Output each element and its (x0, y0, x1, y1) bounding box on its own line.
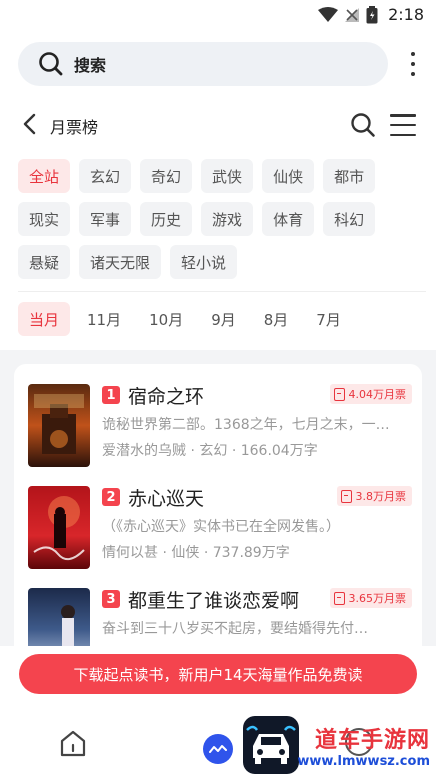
bottom-nav: 道车手游网 www.lmwwsz.com (0, 708, 436, 776)
ticket-count: 4.04万月票 (348, 388, 407, 401)
book-author: 情何以甚 (102, 545, 158, 561)
ticket-count: 3.8万月票 (355, 490, 407, 503)
category-chip-tiyu[interactable]: 体育 (262, 202, 315, 236)
divider (18, 291, 426, 292)
monthly-ticket-badge: 3.8万月票 (336, 486, 412, 506)
ranking-list: 1 宿命之环 4.04万月票 诡秘世界第二部。1368之年，七月之末，一… 爱潜… (14, 364, 422, 646)
rank-number: 2 (102, 488, 120, 506)
back-arrow-icon[interactable] (18, 112, 42, 136)
meta-separator: · (162, 545, 167, 561)
status-time: 2:18 (388, 5, 424, 24)
category-row: 全站 玄幻 奇幻 武侠 仙侠 都市 (18, 159, 428, 193)
ticket-icon (340, 489, 352, 503)
book-meta: 情何以甚 · 仙侠 · 737.89万字 (102, 542, 290, 562)
monthly-ticket-badge: 3.65万月票 (329, 588, 412, 608)
month-tab-9[interactable]: 9月 (200, 302, 247, 336)
month-tabs: 当月 11月 10月 9月 8月 7月 (18, 302, 352, 336)
book-author: 爱潜水的乌贼 (102, 443, 186, 459)
book-description: 奋斗到三十八岁买不起房，要结婚得先付… (102, 621, 368, 637)
book-item[interactable]: 1 宿命之环 4.04万月票 诡秘世界第二部。1368之年，七月之末，一… 爱潜… (28, 384, 412, 474)
book-item[interactable]: 2 赤心巡天 3.8万月票 （《赤心巡天》实体书已在全网发售。） 情何以甚 · … (28, 486, 412, 576)
status-bar: 2:18 (0, 0, 436, 30)
category-chip-xianxia[interactable]: 仙侠 (262, 159, 315, 193)
category-chip-xuanhuan[interactable]: 玄幻 (79, 159, 132, 193)
book-item[interactable]: 3 都重生了谁谈恋爱啊 3.65万月票 奋斗到三十八岁买不起房，要结婚得先付… (28, 588, 412, 646)
meta-separator: · (203, 545, 209, 561)
ticket-icon (333, 387, 345, 401)
watermark-url: www.lmwwsz.com (297, 754, 430, 769)
menu-icon[interactable] (390, 114, 416, 136)
watermark: 道车手游网 www.lmwwsz.com (297, 722, 430, 769)
category-chip-youxi[interactable]: 游戏 (201, 202, 254, 236)
rank-number: 3 (102, 590, 120, 608)
rank-number: 1 (102, 386, 120, 404)
category-chip-xianshi[interactable]: 现实 (18, 202, 71, 236)
book-title: 宿命之环 (128, 386, 205, 408)
book-title: 都重生了谁谈恋爱啊 (128, 590, 300, 612)
page-title: 月票榜 (50, 118, 99, 137)
battery-icon (366, 5, 378, 23)
book-description: （《赤心巡天》实体书已在全网发售。） (102, 519, 340, 535)
book-cover[interactable] (28, 588, 90, 646)
home-icon[interactable] (58, 728, 88, 758)
more-options-icon[interactable] (410, 52, 416, 76)
watermark-title: 道车手游网 (314, 728, 430, 753)
monthly-ticket-badge: 4.04万月票 (329, 384, 412, 404)
assistant-bubble-icon[interactable] (203, 734, 233, 764)
search-box[interactable]: 搜索 (18, 42, 388, 86)
book-genre: 仙侠 (171, 545, 200, 561)
book-word-count: 166.04万字 (240, 443, 318, 459)
wifi-icon (318, 6, 339, 22)
category-row: 现实 军事 历史 游戏 体育 科幻 (18, 202, 428, 236)
search-icon (39, 52, 63, 76)
category-row: 悬疑 诸天无限 轻小说 (18, 245, 428, 279)
search-label: 搜索 (74, 56, 107, 75)
book-title: 赤心巡天 (128, 488, 205, 510)
category-chip-qihuan[interactable]: 奇幻 (140, 159, 193, 193)
download-promo-button[interactable]: 下载起点读书，新用户14天海量作品免费读 (19, 654, 417, 694)
status-icons: 2:18 (318, 5, 424, 24)
meta-separator: · (231, 443, 237, 459)
wave-icon (209, 745, 227, 753)
month-tab-7[interactable]: 7月 (305, 302, 352, 336)
category-chip-qingxiaoshuo[interactable]: 轻小说 (170, 245, 238, 279)
category-chip-lishi[interactable]: 历史 (140, 202, 193, 236)
book-cover[interactable] (28, 486, 90, 569)
category-chip-xuanyi[interactable]: 悬疑 (18, 245, 71, 279)
category-chip-junshi[interactable]: 军事 (79, 202, 132, 236)
book-meta: 爱潜水的乌贼 · 玄幻 · 166.04万字 (102, 440, 318, 460)
ticket-icon (333, 591, 345, 605)
search-icon[interactable] (350, 112, 376, 138)
book-word-count: 737.89万字 (212, 545, 290, 561)
month-tab-10[interactable]: 10月 (138, 302, 194, 336)
book-cover[interactable] (28, 384, 90, 467)
book-genre: 玄幻 (199, 443, 228, 459)
category-filter: 全站 玄幻 奇幻 武侠 仙侠 都市 现实 军事 历史 游戏 体育 科幻 悬疑 诸… (18, 159, 428, 288)
car-logo (243, 716, 299, 774)
month-tab-8[interactable]: 8月 (253, 302, 300, 336)
month-tab-current[interactable]: 当月 (18, 302, 71, 336)
ranking-list-area: 1 宿命之环 4.04万月票 诡秘世界第二部。1368之年，七月之末，一… 爱潜… (0, 350, 436, 646)
month-tab-11[interactable]: 11月 (76, 302, 132, 336)
category-chip-all[interactable]: 全站 (18, 159, 71, 193)
category-chip-kehuan[interactable]: 科幻 (323, 202, 376, 236)
search-row: 搜索 (0, 38, 436, 88)
signal-off-icon (345, 7, 360, 22)
meta-separator: · (190, 443, 195, 459)
category-chip-wuxia[interactable]: 武侠 (201, 159, 254, 193)
ticket-count: 3.65万月票 (348, 592, 407, 605)
category-chip-dushi[interactable]: 都市 (323, 159, 376, 193)
category-chip-zhutian[interactable]: 诸天无限 (79, 245, 162, 279)
title-bar: 月票榜 (0, 104, 436, 144)
book-description: 诡秘世界第二部。1368之年，七月之末，一… (102, 417, 390, 433)
